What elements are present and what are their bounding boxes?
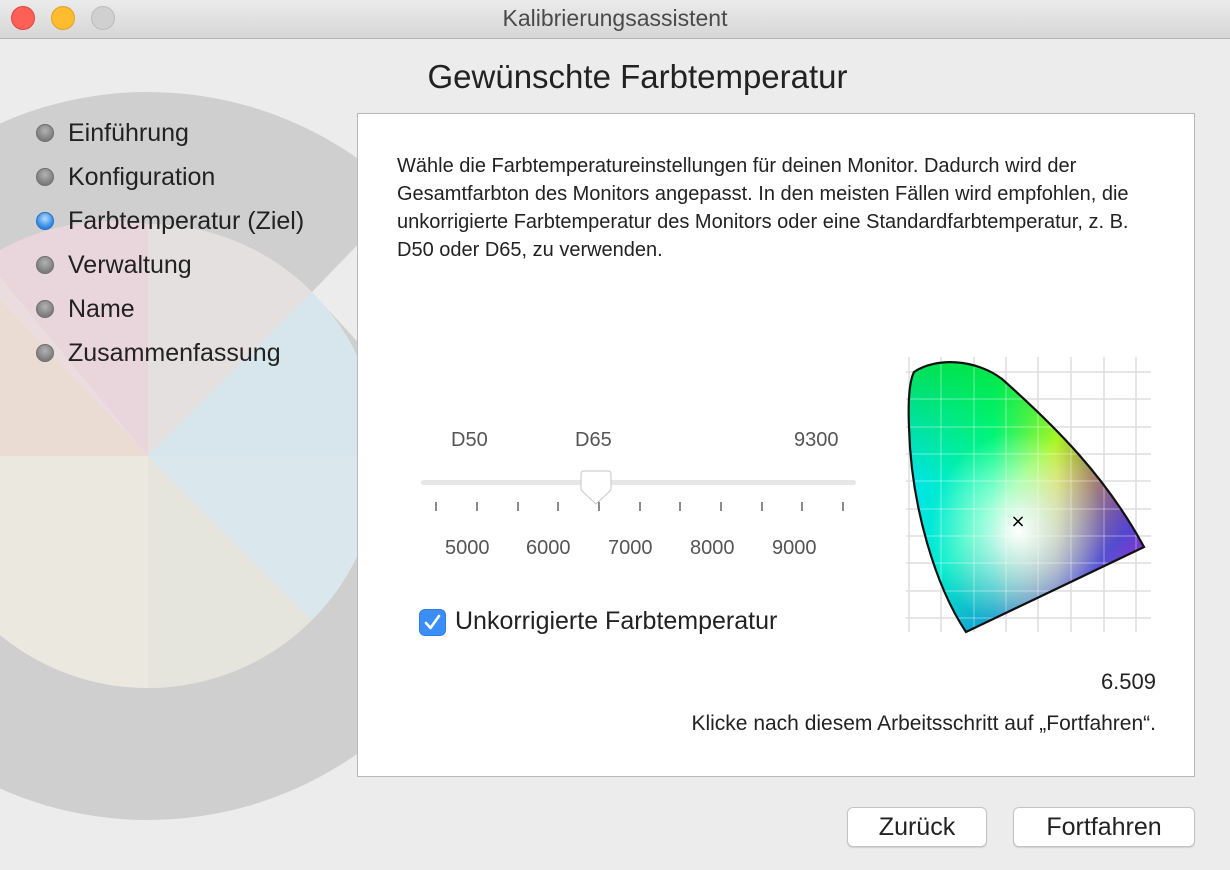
slider-tick [761,502,763,511]
step-label: Farbtemperatur (Ziel) [68,207,305,235]
checkmark-icon [424,614,441,630]
slider-tick [842,502,844,511]
slider-tick [679,502,681,511]
step-item: Konfiguration [36,159,304,203]
temperature-value: 6.509 [1100,669,1156,694]
slider-tick [639,502,641,511]
white-point-marker: × [1010,511,1025,532]
step-current-icon [36,212,54,230]
step-label: Einführung [68,119,189,147]
step-label: Zusammenfassung [68,339,281,367]
step-item: Zusammenfassung [36,335,304,379]
slider-tick [476,502,478,511]
title-bar: Kalibrierungsassistent [0,0,1230,39]
window-title: Kalibrierungsassistent [502,5,728,31]
slider-tick [517,502,519,511]
temperature-slider-track[interactable] [421,480,856,485]
preset-label-d50: D50 [451,429,488,451]
step-item-current: Farbtemperatur (Ziel) [36,203,304,247]
slider-tick [720,502,722,511]
page-title: Gewünschte Farbtemperatur [427,58,848,95]
slider-tick [598,502,600,511]
step-label: Konfiguration [68,163,216,191]
step-label: Verwaltung [68,251,192,279]
cie-chromaticity-diagram: × [906,357,1151,634]
scale-label: 8000 [690,537,735,559]
scale-label: 7000 [608,537,653,559]
scale-label: 6000 [526,537,571,559]
description-text: Wähle die Farbtemperatureinstellungen fü… [397,155,1129,261]
temperature-slider-knob[interactable] [580,470,612,506]
instruction-hint: Klicke nach diesem Arbeitsschritt auf „F… [691,712,1156,735]
scale-label: 5000 [445,537,490,559]
preset-label-9300: 9300 [794,429,839,451]
step-pending-icon [36,256,54,274]
step-pending-icon [36,344,54,362]
slider-tick [557,502,559,511]
step-item: Verwaltung [36,247,304,291]
slider-tick [801,502,803,511]
scale-label: 9000 [772,537,817,559]
back-button[interactable]: Zurück [847,807,987,847]
step-list: Einführung Konfiguration Farbtemperatur … [36,115,304,379]
step-pending-icon [36,300,54,318]
step-done-icon [36,124,54,142]
slider-tick [435,502,437,511]
step-done-icon [36,168,54,186]
uncorrected-temperature-checkbox[interactable] [419,609,446,636]
content-panel: Wähle die Farbtemperatureinstellungen fü… [357,113,1195,777]
step-item: Name [36,291,304,335]
continue-button[interactable]: Fortfahren [1013,807,1195,847]
step-label: Name [68,295,135,323]
step-item: Einführung [36,115,304,159]
preset-label-d65: D65 [575,429,612,451]
uncorrected-temperature-label[interactable]: Unkorrigierte Farbtemperatur [455,607,777,636]
